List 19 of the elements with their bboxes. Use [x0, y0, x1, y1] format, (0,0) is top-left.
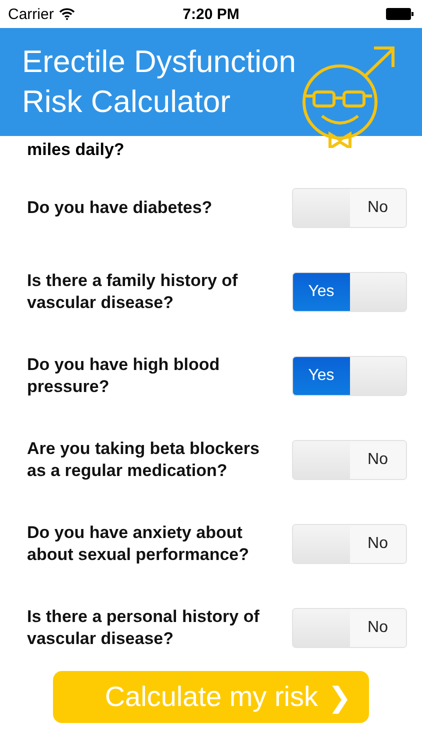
- question-text: Are you taking beta blockers as a regular medication?: [27, 438, 260, 482]
- wifi-icon: [58, 8, 75, 20]
- app-title: Risk Calculator: [22, 83, 232, 121]
- carrier-label: Carrier: [8, 6, 54, 22]
- yes-no-toggle[interactable]: No: [292, 440, 407, 480]
- question-text: miles daily?: [27, 140, 124, 160]
- question-text: Is there a personal history of vascular disease?: [27, 606, 260, 650]
- app-title: Erectile Dysfunction: [22, 43, 297, 81]
- question-text: Do you have high blood pressure?: [27, 354, 221, 398]
- yes-no-toggle[interactable]: No: [292, 524, 407, 564]
- clock-time: 7:20 PM: [182, 6, 240, 22]
- yes-no-toggle[interactable]: Yes: [292, 356, 407, 396]
- question-text: Do you have diabetes?: [27, 197, 214, 219]
- question-text: Do you have anxiety about about sexual performance?: [27, 522, 250, 566]
- yes-no-toggle[interactable]: No: [292, 608, 407, 648]
- yes-no-toggle[interactable]: Yes: [292, 272, 407, 312]
- yes-no-toggle[interactable]: No: [292, 188, 407, 228]
- battery-icon: [386, 8, 414, 20]
- question-text: Is there a family history of vascular disease?: [27, 270, 239, 314]
